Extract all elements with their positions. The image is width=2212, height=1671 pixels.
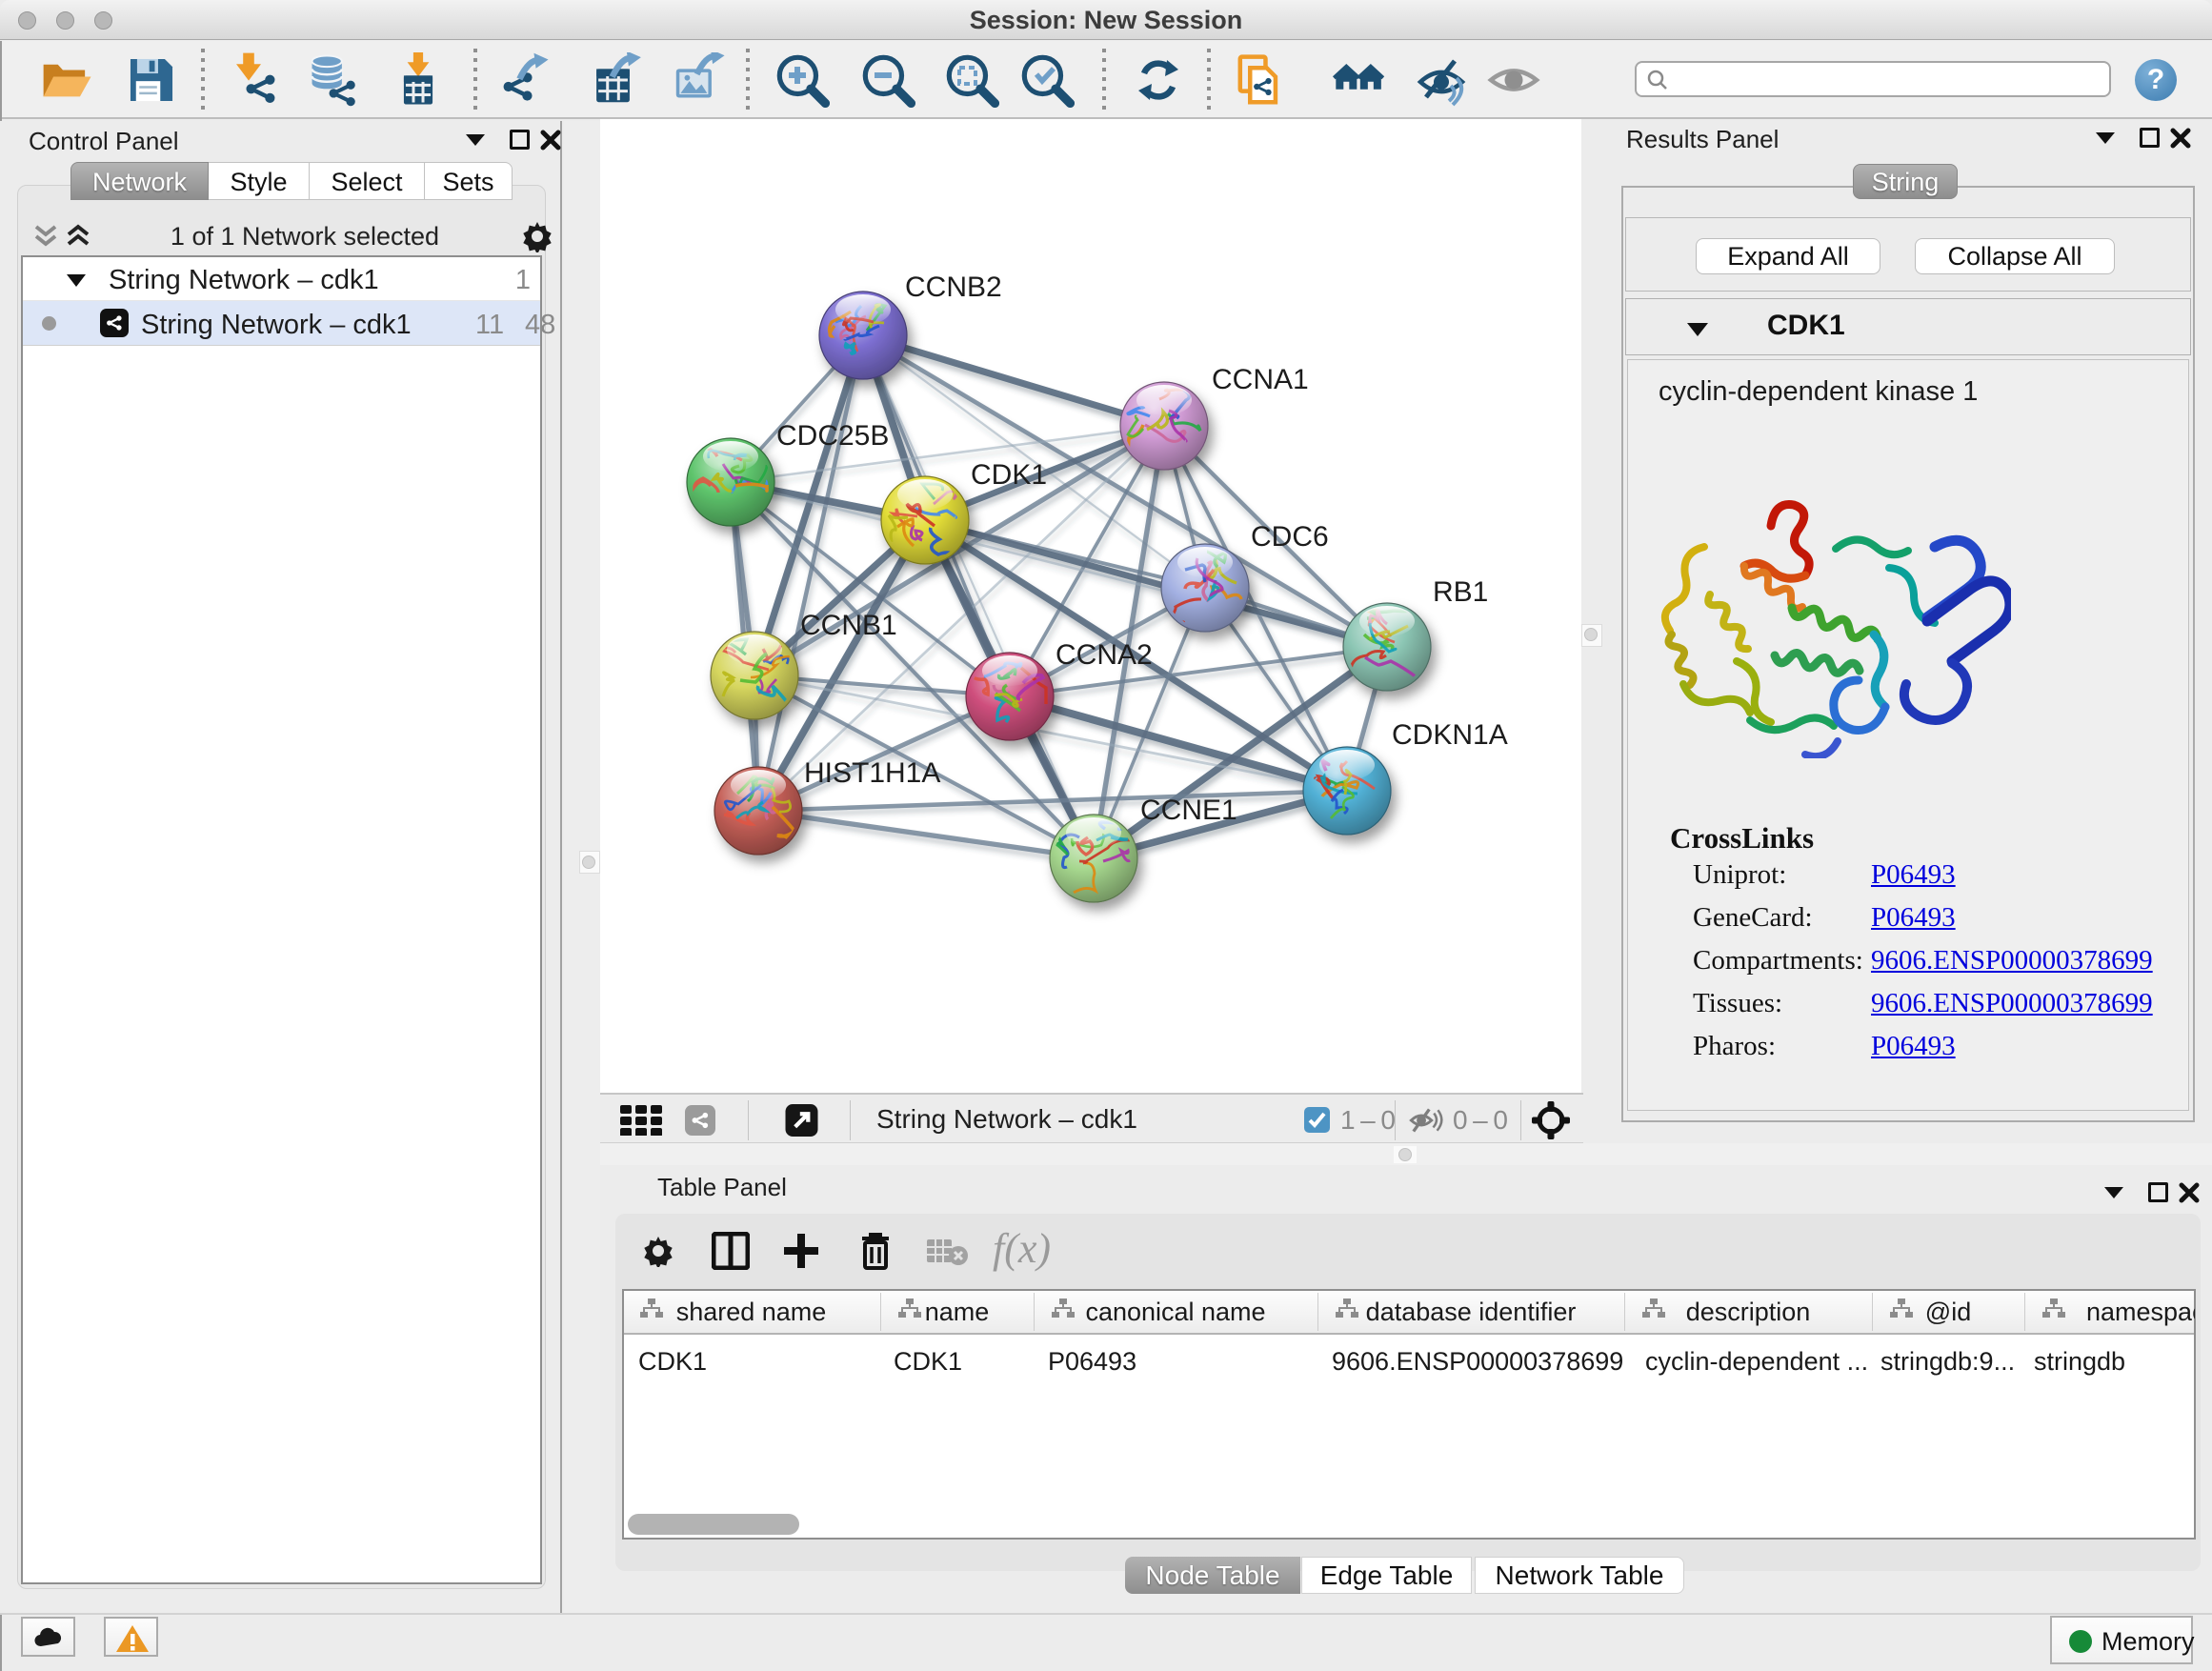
svg-text:CCNA1: CCNA1 [1212, 364, 1309, 395]
svg-text:RB1: RB1 [1433, 576, 1488, 608]
svg-text:CDKN1A: CDKN1A [1392, 719, 1508, 751]
svg-text:CCNB1: CCNB1 [800, 610, 897, 641]
svg-text:CCNE1: CCNE1 [1140, 795, 1237, 826]
svg-text:CDC25B: CDC25B [776, 420, 889, 452]
svg-text:CDK1: CDK1 [971, 459, 1047, 491]
svg-text:CCNA2: CCNA2 [1056, 639, 1153, 671]
svg-text:CDC6: CDC6 [1251, 521, 1329, 553]
svg-text:HIST1H1A: HIST1H1A [804, 757, 940, 789]
svg-text:CCNB2: CCNB2 [905, 272, 1002, 303]
